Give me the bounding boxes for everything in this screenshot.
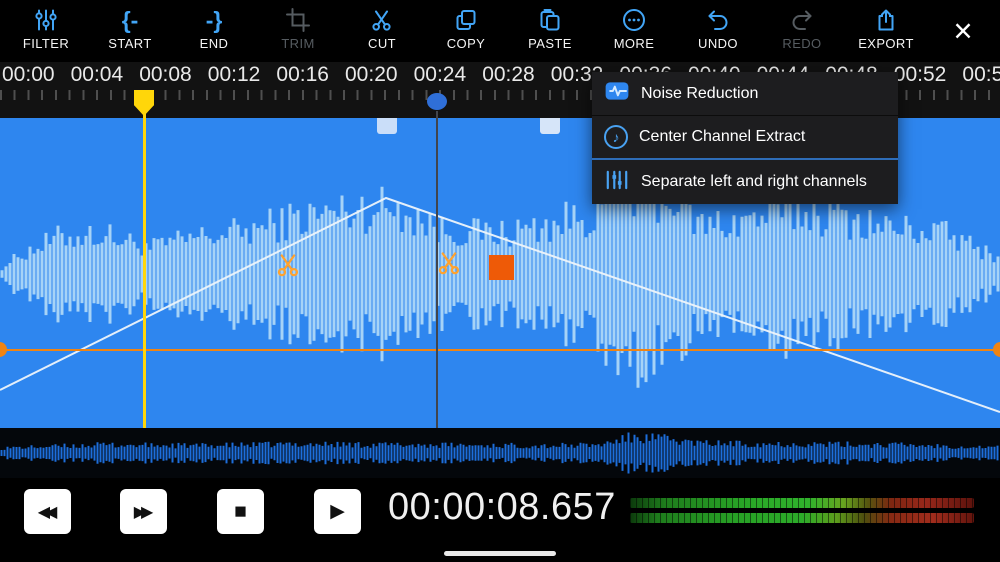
paste-label: PASTE <box>528 36 572 51</box>
cut-marker-scissors-1[interactable] <box>275 251 302 283</box>
paste-button[interactable]: PASTE <box>508 7 592 51</box>
more-button[interactable]: MORE <box>592 7 676 51</box>
playhead-handle[interactable] <box>427 93 447 110</box>
level-meter-bar-left <box>630 498 974 508</box>
audio-editor-app: FILTER {- START -} END TRIM <box>0 0 1000 562</box>
start-button[interactable]: {- START <box>88 7 172 51</box>
export-label: EXPORT <box>858 36 914 51</box>
end-button[interactable]: -} END <box>172 7 256 51</box>
more-dropdown-menu: Noise Reduction ♪ Center Channel Extract… <box>592 72 898 204</box>
cut-button[interactable]: CUT <box>340 7 424 51</box>
ruler-label: 00:56 <box>962 63 1000 87</box>
rewind-icon: ◀◀ <box>38 502 58 522</box>
ruler-label: 00:04 <box>71 63 124 87</box>
end-label: END <box>200 36 229 51</box>
ruler-label: 00:16 <box>276 63 329 87</box>
region-marker-square[interactable] <box>489 255 514 280</box>
home-indicator <box>444 551 556 556</box>
menu-item-label: Noise Reduction <box>641 85 758 103</box>
marker-tab-2[interactable] <box>540 118 560 134</box>
ruler-label: 00:00 <box>2 63 55 87</box>
music-note-icon: ♪ <box>604 125 628 149</box>
trim-label: TRIM <box>281 36 314 51</box>
trim-crop-icon <box>286 7 310 33</box>
copy-label: COPY <box>447 36 485 51</box>
ruler-label: 00:28 <box>482 63 535 87</box>
ruler-label: 00:24 <box>414 63 467 87</box>
ruler-label: 00:52 <box>894 63 947 87</box>
close-button[interactable]: × <box>930 7 996 55</box>
noise-reduction-icon <box>604 78 630 109</box>
menu-item-label: Center Channel Extract <box>639 128 805 146</box>
stop-icon: ■ <box>234 500 247 524</box>
cut-scissors-icon <box>370 7 394 33</box>
marker-tab-1[interactable] <box>377 118 397 134</box>
redo-icon <box>790 7 814 33</box>
more-ellipsis-icon <box>622 7 646 33</box>
start-label: START <box>108 36 151 51</box>
trim-button[interactable]: TRIM <box>256 7 340 51</box>
export-share-icon <box>874 7 898 33</box>
start-marker-line <box>143 100 146 428</box>
export-button[interactable]: EXPORT <box>844 7 928 51</box>
filter-icon <box>34 7 58 33</box>
bottom-bar <box>0 545 1000 562</box>
menu-item-noise-reduction[interactable]: Noise Reduction <box>592 72 898 116</box>
filter-label: FILTER <box>23 36 69 51</box>
undo-label: UNDO <box>698 36 738 51</box>
ruler-label: 00:20 <box>345 63 398 87</box>
redo-label: REDO <box>782 36 821 51</box>
level-meter-bar-right <box>630 513 974 523</box>
level-meter <box>630 498 974 528</box>
volume-line[interactable] <box>0 349 1000 351</box>
overview-waveform <box>0 428 1000 478</box>
play-icon: ▶ <box>330 500 345 523</box>
filter-button[interactable]: FILTER <box>4 7 88 51</box>
transport-bar: ◀◀ ▶▶ ■ ▶ 00:00:08.657 <box>0 478 1000 545</box>
menu-item-separate-channels[interactable]: Separate left and right channels <box>592 160 898 204</box>
redo-button[interactable]: REDO <box>760 7 844 51</box>
fast-forward-button[interactable]: ▶▶ <box>120 489 167 534</box>
fast-forward-icon: ▶▶ <box>134 502 154 522</box>
undo-button[interactable]: UNDO <box>676 7 760 51</box>
overview-strip[interactable] <box>0 428 1000 478</box>
toolbar: FILTER {- START -} END TRIM <box>0 0 1000 62</box>
ruler-label: 00:12 <box>208 63 261 87</box>
ruler-label: 00:08 <box>139 63 192 87</box>
copy-icon <box>454 7 478 33</box>
more-label: MORE <box>614 36 655 51</box>
stop-button[interactable]: ■ <box>217 489 264 534</box>
set-end-icon: -} <box>206 7 223 33</box>
menu-item-center-channel-extract[interactable]: ♪ Center Channel Extract <box>592 116 898 160</box>
undo-icon <box>706 7 730 33</box>
play-button[interactable]: ▶ <box>314 489 361 534</box>
close-icon: × <box>953 12 972 50</box>
copy-button[interactable]: COPY <box>424 7 508 51</box>
split-channels-icon <box>604 167 630 198</box>
paste-icon <box>538 7 562 33</box>
cut-label: CUT <box>368 36 396 51</box>
set-start-icon: {- <box>122 7 139 33</box>
rewind-button[interactable]: ◀◀ <box>24 489 71 534</box>
time-display: 00:00:08.657 <box>388 486 616 529</box>
menu-item-label: Separate left and right channels <box>641 173 867 191</box>
cut-marker-scissors-2[interactable] <box>436 249 463 281</box>
